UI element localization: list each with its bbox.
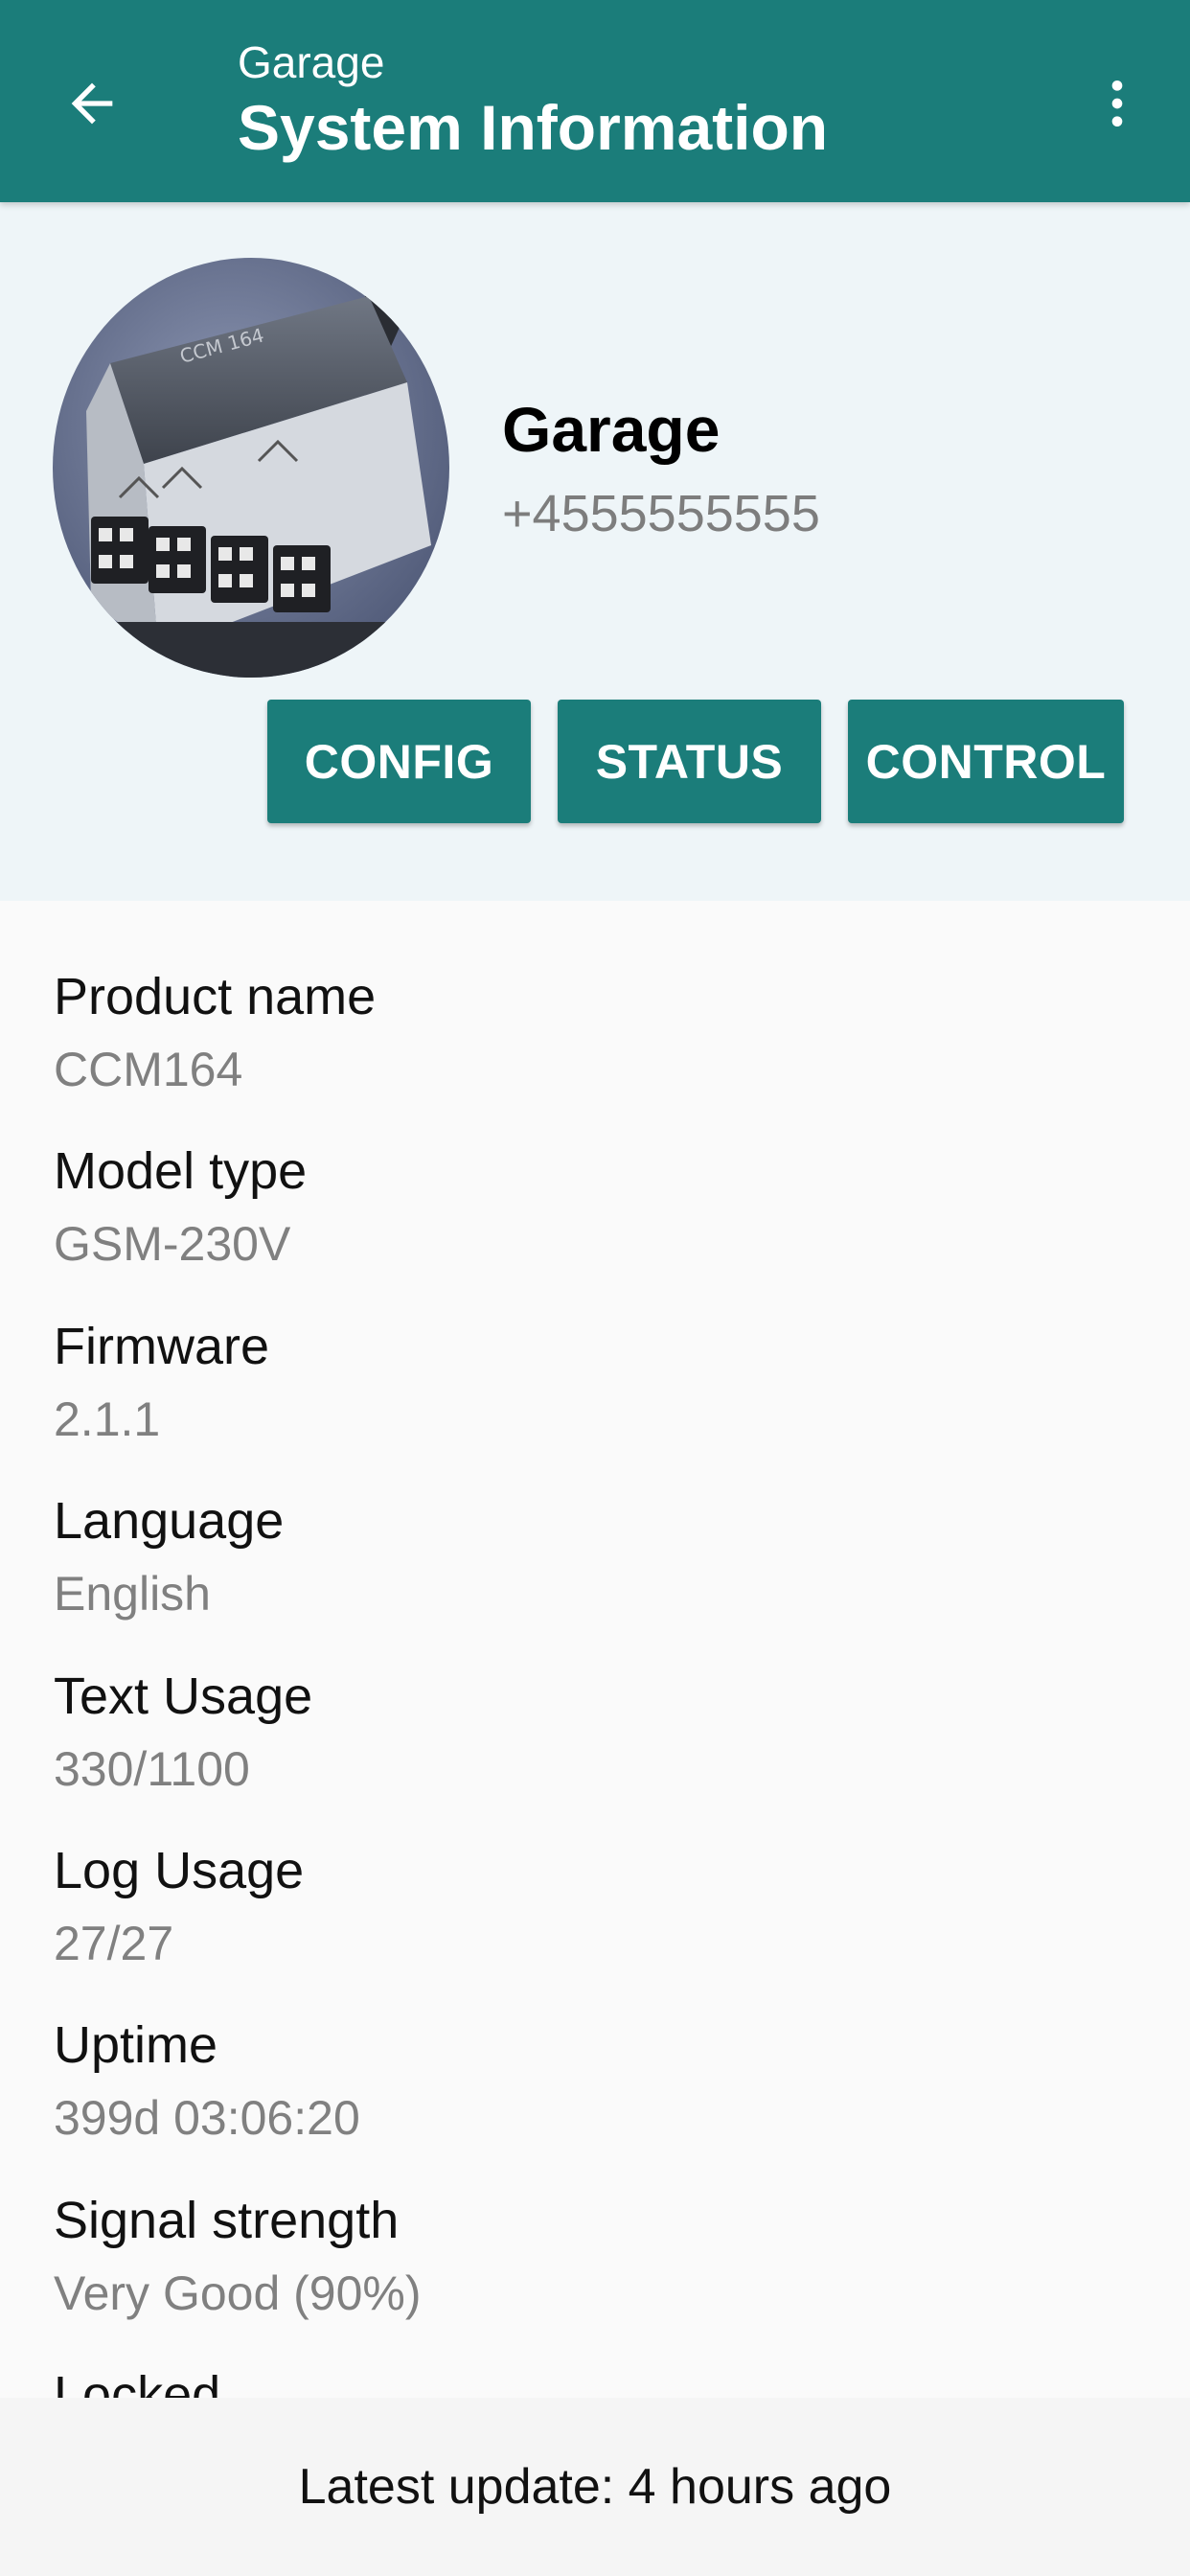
info-label: Locked xyxy=(54,2366,221,2398)
info-label: Text Usage xyxy=(54,1668,313,1725)
info-label: Language xyxy=(54,1492,285,1550)
device-photo: CCM 164 xyxy=(53,258,449,678)
system-info-list: Product name CCM164 Model type GSM-230V … xyxy=(0,901,1190,2398)
info-label: Uptime xyxy=(54,2016,218,2074)
device-phone-number: +4555555555 xyxy=(502,485,820,542)
info-label: Firmware xyxy=(54,1318,269,1375)
device-name: Garage xyxy=(502,394,721,465)
info-value: 399d 03:06:20 xyxy=(54,2091,360,2145)
arrow-left-icon xyxy=(71,82,113,125)
device-header: CCM 164 Garage +4555555555 CONFIG STATUS… xyxy=(0,202,1190,901)
footer-status-bar: Latest update: 4 hours ago xyxy=(0,2398,1190,2576)
info-value: English xyxy=(54,1567,211,1621)
info-label: Log Usage xyxy=(54,1842,305,1899)
overflow-menu-button[interactable] xyxy=(1083,58,1152,150)
info-value: Very Good (90%) xyxy=(54,2266,422,2320)
info-label: Signal strength xyxy=(54,2192,400,2249)
info-value: CCM164 xyxy=(54,1043,243,1096)
info-value: 330/1100 xyxy=(54,1742,250,1796)
info-value: 2.1.1 xyxy=(54,1392,161,1446)
latest-update-text: Latest update: 4 hours ago xyxy=(298,2459,892,2515)
config-button[interactable]: CONFIG xyxy=(267,700,531,823)
info-label: Product name xyxy=(54,968,377,1025)
status-button[interactable]: STATUS xyxy=(558,700,821,823)
info-label: Model type xyxy=(54,1142,308,1200)
app-bar-subtitle: Garage xyxy=(238,37,385,87)
info-value: GSM-230V xyxy=(54,1217,291,1271)
info-value: 27/27 xyxy=(54,1917,174,1970)
control-button[interactable]: CONTROL xyxy=(848,700,1124,823)
page-title: System Information xyxy=(238,92,829,163)
back-button[interactable] xyxy=(46,58,138,150)
more-vertical-icon xyxy=(1111,80,1123,126)
app-bar: Garage System Information xyxy=(0,0,1190,202)
